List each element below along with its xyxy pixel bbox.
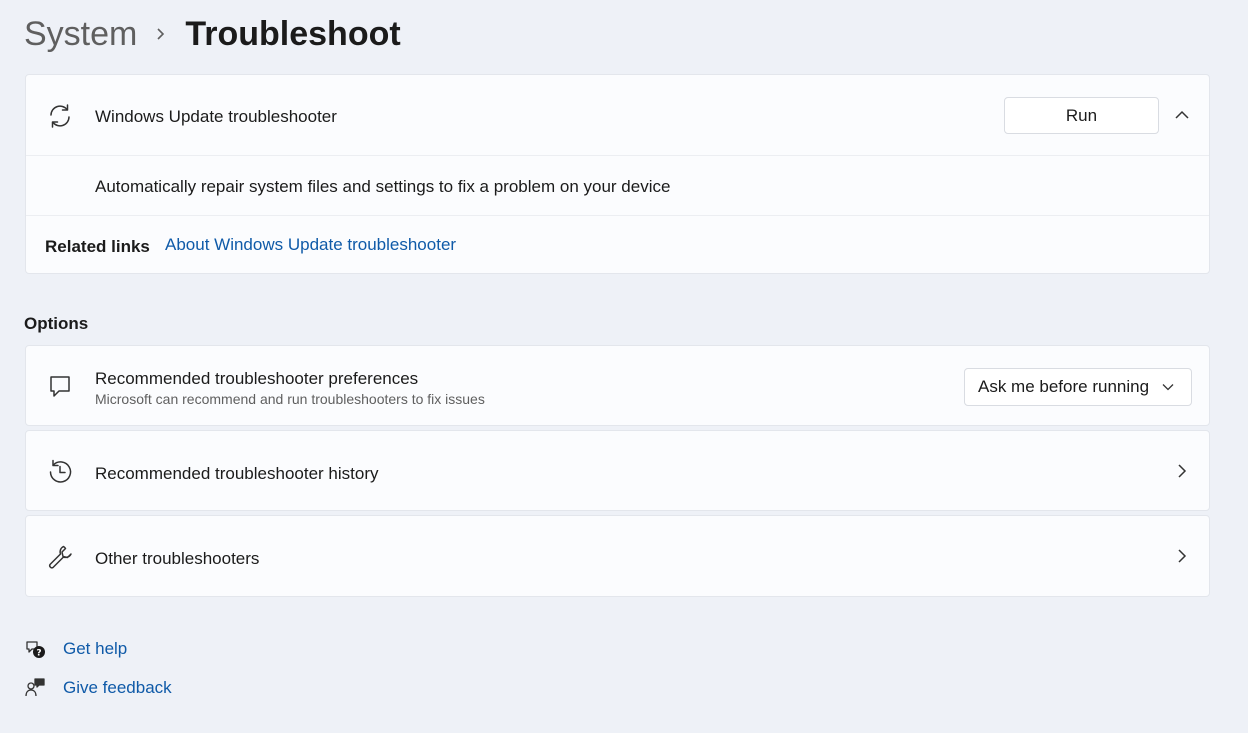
chevron-right-icon xyxy=(155,27,167,41)
windows-update-header[interactable]: Windows Update troubleshooter Run xyxy=(26,75,1209,156)
wrench-icon xyxy=(46,543,74,571)
preferences-dropdown[interactable]: Ask me before running xyxy=(964,368,1192,406)
give-feedback-label: Give feedback xyxy=(63,678,172,697)
svg-text:?: ? xyxy=(36,649,41,659)
other-troubleshooters-card[interactable]: Other troubleshooters xyxy=(25,515,1210,597)
feedback-icon xyxy=(24,677,46,699)
give-feedback-link[interactable]: Give feedback xyxy=(24,676,172,700)
about-windows-update-link[interactable]: About Windows Update troubleshooter xyxy=(165,235,456,255)
history-title: Recommended troubleshooter history xyxy=(95,464,379,483)
get-help-label: Get help xyxy=(63,639,128,658)
preferences-subtitle: Microsoft can recommend and run troubles… xyxy=(95,391,485,407)
get-help-link[interactable]: ? Get help xyxy=(24,637,127,661)
dropdown-value: Ask me before running xyxy=(978,377,1150,396)
chevron-up-icon[interactable] xyxy=(1170,103,1194,127)
sync-icon xyxy=(46,102,74,130)
windows-update-description-row: Automatically repair system files and se… xyxy=(26,156,1209,216)
chevron-right-icon xyxy=(1172,461,1192,481)
page-title: Troubleshoot xyxy=(185,14,401,53)
related-links-row: Related links About Windows Update troub… xyxy=(26,216,1209,273)
preferences-title: Recommended troubleshooter preferences xyxy=(95,369,419,388)
troubleshooter-history-card[interactable]: Recommended troubleshooter history xyxy=(25,430,1210,511)
windows-update-card: Windows Update troubleshooter Run Automa… xyxy=(25,74,1210,274)
other-troubleshooters-title: Other troubleshooters xyxy=(95,549,260,568)
help-chat-icon: ? xyxy=(24,638,46,660)
related-links-label: Related links xyxy=(45,237,150,256)
windows-update-description: Automatically repair system files and se… xyxy=(95,177,671,196)
troubleshooter-preferences-card: Recommended troubleshooter preferences M… xyxy=(25,345,1210,426)
run-button[interactable]: Run xyxy=(1004,97,1159,134)
windows-update-title: Windows Update troubleshooter xyxy=(95,107,337,126)
options-section-label: Options xyxy=(24,314,89,333)
breadcrumb: System Troubleshoot xyxy=(24,12,401,56)
history-icon xyxy=(46,458,74,486)
chevron-right-icon xyxy=(1172,546,1192,566)
breadcrumb-system[interactable]: System xyxy=(24,15,137,54)
chat-bubble-icon xyxy=(46,372,74,400)
chevron-down-icon xyxy=(1161,380,1175,394)
